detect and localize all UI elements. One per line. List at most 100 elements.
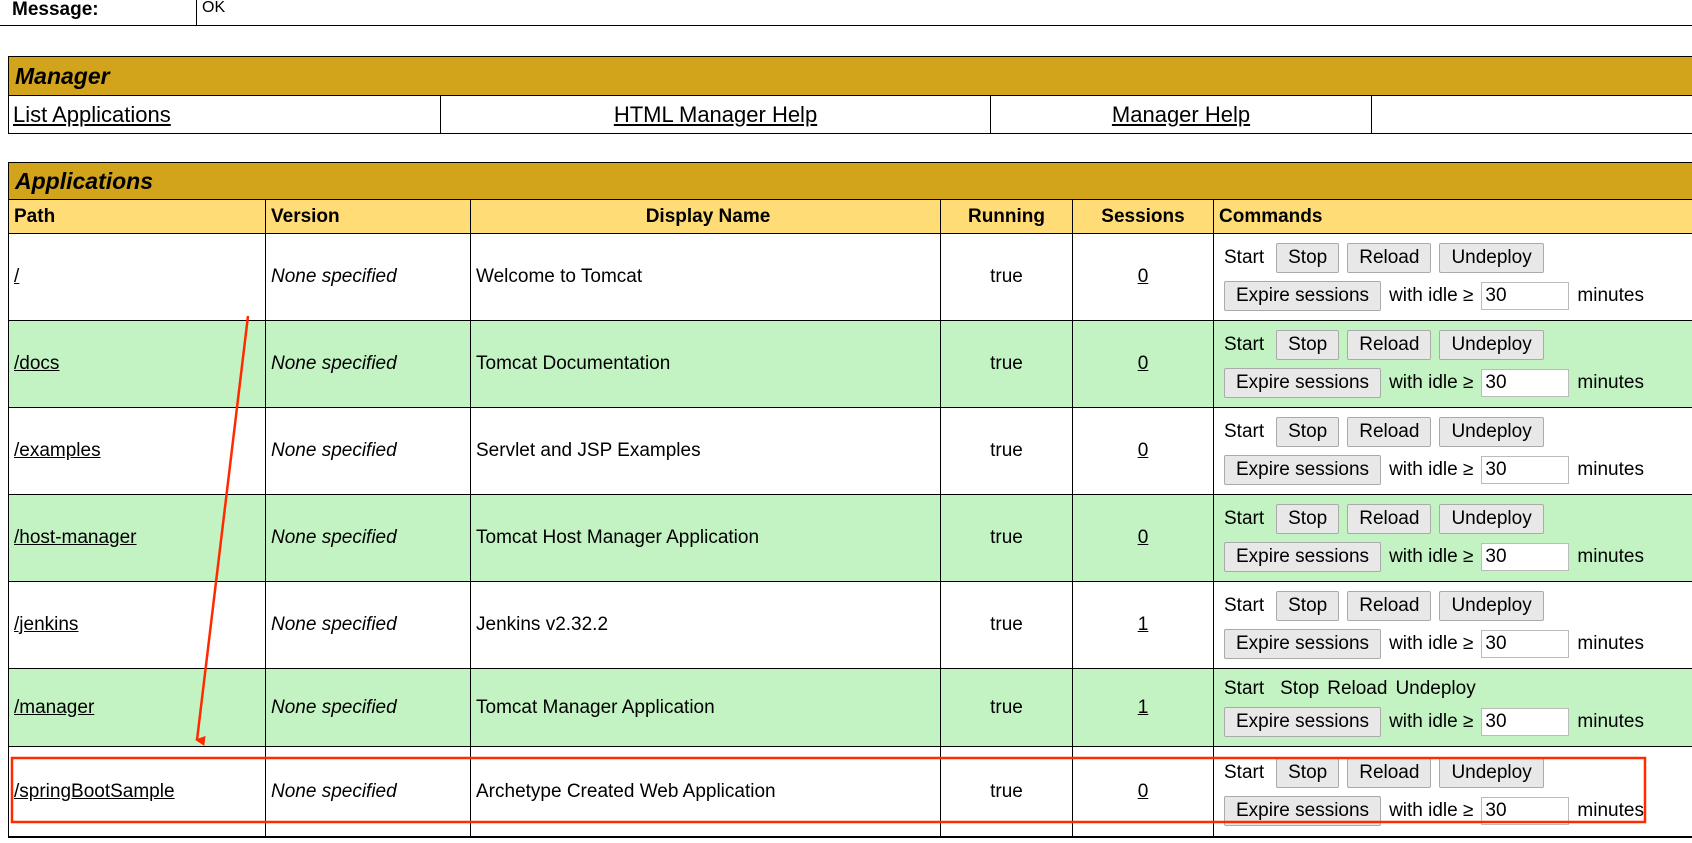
idle-minutes-input[interactable] xyxy=(1481,282,1570,310)
app-commands: Start Stop Reload Undeploy Expire sessio… xyxy=(1214,321,1692,407)
app-display-name: Servlet and JSP Examples xyxy=(471,408,941,494)
col-version: Version xyxy=(266,200,471,233)
start-label: Start xyxy=(1224,595,1265,616)
app-version: None specified xyxy=(266,321,471,407)
list-applications-link[interactable]: List Applications xyxy=(13,102,171,128)
idle-minutes-input[interactable] xyxy=(1481,543,1570,571)
col-running: Running xyxy=(941,200,1073,233)
app-sessions-link[interactable]: 0 xyxy=(1138,527,1149,549)
reload-button[interactable]: Reload xyxy=(1347,330,1432,360)
applications-rows: / None specified Welcome to Tomcat true … xyxy=(9,234,1692,837)
col-sessions: Sessions xyxy=(1073,200,1214,233)
manager-links-row: List Applications HTML Manager Help Mana… xyxy=(9,96,1692,133)
stop-button[interactable]: Stop xyxy=(1276,591,1340,621)
idle-minutes-input[interactable] xyxy=(1481,707,1570,736)
undeploy-button[interactable]: Undeploy xyxy=(1439,330,1544,360)
stop-button[interactable]: Stop xyxy=(1276,757,1340,788)
expire-sessions-button[interactable]: Expire sessions xyxy=(1224,706,1382,737)
app-commands: Start Stop Reload Undeploy Expire sessio… xyxy=(1214,408,1692,494)
minutes-label: minutes xyxy=(1577,459,1644,480)
undeploy-button[interactable]: Undeploy xyxy=(1439,757,1544,788)
start-label: Start xyxy=(1224,508,1265,529)
message-value: OK xyxy=(202,0,226,16)
idle-minutes-input[interactable] xyxy=(1481,456,1570,484)
reload-button[interactable]: Reload xyxy=(1347,757,1432,788)
with-idle-label: with idle ≥ xyxy=(1389,633,1474,654)
stop-button[interactable]: Stop xyxy=(1276,504,1340,534)
manager-help-link[interactable]: Manager Help xyxy=(1112,102,1250,128)
undeploy-button[interactable]: Undeploy xyxy=(1439,243,1544,273)
with-idle-label: with idle ≥ xyxy=(1389,710,1474,732)
app-display-name: Tomcat Documentation xyxy=(471,321,941,407)
expire-sessions-button[interactable]: Expire sessions xyxy=(1224,629,1382,659)
expire-sessions-button[interactable]: Expire sessions xyxy=(1224,542,1382,572)
app-display-name: Jenkins v2.32.2 xyxy=(471,582,941,668)
stop-button[interactable]: Stop xyxy=(1276,417,1340,447)
minutes-label: minutes xyxy=(1577,546,1644,567)
app-sessions-link[interactable]: 1 xyxy=(1138,697,1149,719)
reload-button[interactable]: Reload xyxy=(1347,591,1432,621)
start-label: Start xyxy=(1224,421,1265,442)
app-display-name: Tomcat Manager Application xyxy=(471,669,941,746)
app-commands: Start Stop Reload Undeploy Expire sessio… xyxy=(1214,582,1692,668)
table-row: /docs None specified Tomcat Documentatio… xyxy=(9,321,1692,408)
idle-minutes-input[interactable] xyxy=(1481,796,1570,825)
html-manager-help-link[interactable]: HTML Manager Help xyxy=(614,102,817,128)
table-row: /jenkins None specified Jenkins v2.32.2 … xyxy=(9,582,1692,669)
app-sessions-link[interactable]: 0 xyxy=(1138,353,1149,375)
manager-title: Manager xyxy=(9,57,1692,96)
app-path-link[interactable]: / xyxy=(14,266,19,288)
undeploy-button[interactable]: Undeploy xyxy=(1439,417,1544,447)
app-sessions-link[interactable]: 0 xyxy=(1138,440,1149,462)
idle-minutes-input[interactable] xyxy=(1481,630,1570,658)
app-version: None specified xyxy=(266,582,471,668)
start-label: Start xyxy=(1224,761,1265,783)
app-running: true xyxy=(941,408,1073,494)
app-sessions-link[interactable]: 0 xyxy=(1138,781,1149,803)
idle-minutes-input[interactable] xyxy=(1481,369,1570,397)
reload-button[interactable]: Reload xyxy=(1327,678,1387,700)
start-label: Start xyxy=(1224,334,1265,355)
app-sessions-link[interactable]: 0 xyxy=(1138,266,1149,288)
undeploy-button[interactable]: Undeploy xyxy=(1395,678,1475,700)
app-commands: Start Stop Reload Undeploy Expire sessio… xyxy=(1214,669,1692,746)
stop-button[interactable]: Stop xyxy=(1276,330,1340,360)
undeploy-button[interactable]: Undeploy xyxy=(1439,504,1544,534)
reload-button[interactable]: Reload xyxy=(1347,243,1432,273)
app-running: true xyxy=(941,582,1073,668)
expire-sessions-button[interactable]: Expire sessions xyxy=(1224,795,1382,826)
app-commands: Start Stop Reload Undeploy Expire sessio… xyxy=(1214,747,1692,836)
app-commands: Start Stop Reload Undeploy Expire sessio… xyxy=(1214,234,1692,320)
expire-sessions-button[interactable]: Expire sessions xyxy=(1224,368,1382,398)
app-display-name: Welcome to Tomcat xyxy=(471,234,941,320)
expire-sessions-button[interactable]: Expire sessions xyxy=(1224,281,1382,311)
table-row: /examples None specified Servlet and JSP… xyxy=(9,408,1692,495)
with-idle-label: with idle ≥ xyxy=(1389,285,1474,306)
app-path-link[interactable]: /examples xyxy=(14,440,101,462)
app-version: None specified xyxy=(266,747,471,836)
reload-button[interactable]: Reload xyxy=(1347,504,1432,534)
app-commands: Start Stop Reload Undeploy Expire sessio… xyxy=(1214,495,1692,581)
table-row: / None specified Welcome to Tomcat true … xyxy=(9,234,1692,321)
minutes-label: minutes xyxy=(1577,285,1644,306)
app-path-link[interactable]: /docs xyxy=(14,353,59,375)
minutes-label: minutes xyxy=(1577,372,1644,393)
app-sessions-link[interactable]: 1 xyxy=(1138,614,1149,636)
app-running: true xyxy=(941,669,1073,746)
expire-sessions-button[interactable]: Expire sessions xyxy=(1224,455,1382,485)
app-path-link[interactable]: /manager xyxy=(14,697,94,719)
with-idle-label: with idle ≥ xyxy=(1389,459,1474,480)
app-path-link[interactable]: /jenkins xyxy=(14,614,78,636)
with-idle-label: with idle ≥ xyxy=(1389,372,1474,393)
stop-button[interactable]: Stop xyxy=(1276,243,1340,273)
message-bar: Message: OK xyxy=(0,0,1692,26)
minutes-label: minutes xyxy=(1577,799,1644,821)
start-label: Start xyxy=(1224,247,1265,268)
undeploy-button[interactable]: Undeploy xyxy=(1439,591,1544,621)
table-row: /manager None specified Tomcat Manager A… xyxy=(9,669,1692,747)
app-path-link[interactable]: /host-manager xyxy=(14,527,137,549)
reload-button[interactable]: Reload xyxy=(1347,417,1432,447)
table-row: /host-manager None specified Tomcat Host… xyxy=(9,495,1692,582)
stop-button[interactable]: Stop xyxy=(1280,678,1319,700)
app-path-link[interactable]: /springBootSample xyxy=(14,781,175,803)
